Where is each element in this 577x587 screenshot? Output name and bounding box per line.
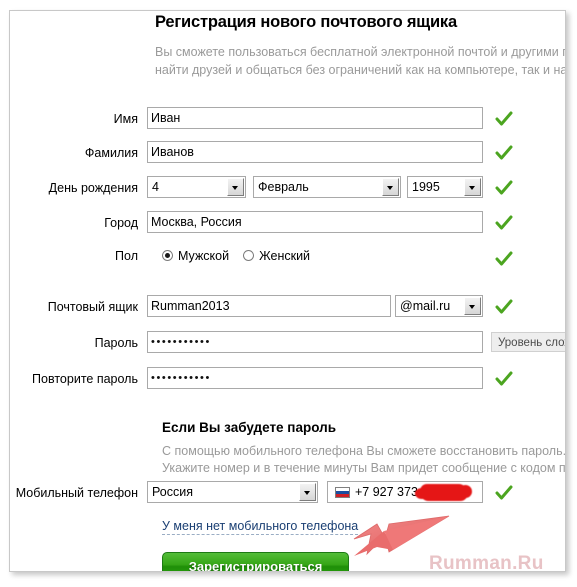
check-icon (495, 179, 513, 197)
mailbox-domain-select[interactable]: @mail.ru (395, 295, 483, 317)
birth-day-value: 4 (152, 180, 159, 194)
page-title: Регистрация нового почтового ящика (155, 13, 457, 31)
row-birthday: День рождения 4 Февраль 1995 (10, 176, 565, 200)
page-subtitle: Вы сможете пользоваться бесплатной элект… (155, 43, 566, 79)
birth-day-select[interactable]: 4 (147, 176, 246, 198)
no-mobile-phone-link[interactable]: У меня нет мобильного телефона (162, 519, 359, 535)
password-repeat-label: Повторите пароль (32, 372, 138, 386)
birthday-label: День рождения (48, 181, 138, 195)
mailbox-domain-value: @mail.ru (400, 299, 451, 313)
password-strength-tooltip: Уровень сложн (491, 332, 565, 352)
birth-month-value: Февраль (258, 180, 309, 194)
page-subtitle-line-1: Вы сможете пользоваться бесплатной элект… (155, 45, 566, 59)
screenshot-root: Регистрация нового почтового ящика Вы см… (0, 0, 577, 587)
gender-female-label[interactable]: Женский (259, 249, 310, 263)
check-icon (495, 484, 513, 502)
registration-panel: Регистрация нового почтового ящика Вы см… (9, 10, 566, 572)
chevron-down-icon[interactable] (227, 178, 244, 196)
mobile-phone-label: Мобильный телефон (15, 486, 138, 500)
forgot-password-line-1: С помощью мобильного телефона Вы сможете… (162, 444, 566, 458)
phone-country-select[interactable]: Россия (147, 481, 318, 503)
gender-radio-group: Мужской Женский (162, 244, 324, 268)
chevron-down-icon[interactable] (464, 297, 481, 315)
birth-year-select[interactable]: 1995 (407, 176, 483, 198)
check-icon (495, 144, 513, 162)
row-password-repeat: Повторите пароль (10, 367, 565, 391)
password-repeat-input[interactable] (147, 367, 483, 389)
mailbox-input[interactable] (147, 295, 391, 317)
first-name-input[interactable] (147, 107, 483, 129)
password-label: Пароль (94, 336, 138, 350)
gender-female-radio[interactable] (243, 250, 255, 261)
gender-male-label[interactable]: Мужской (178, 249, 229, 263)
gender-male-radio[interactable] (162, 250, 173, 261)
row-gender: Пол Мужской Женский (10, 244, 565, 268)
russia-flag-icon (335, 487, 350, 498)
phone-number-value: +7 927 373- (355, 485, 423, 499)
city-input[interactable] (147, 211, 483, 233)
row-city: Город (10, 211, 565, 235)
row-password: Пароль (10, 331, 565, 355)
forgot-password-title: Если Вы забудете пароль (162, 420, 337, 435)
redaction-mark (415, 484, 472, 501)
chevron-down-icon[interactable] (299, 483, 316, 501)
first-name-label: Имя (113, 112, 138, 126)
watermark: Rumman.Ru (429, 553, 544, 572)
phone-number-input[interactable]: +7 927 373- (327, 481, 483, 503)
city-label: Город (104, 216, 138, 230)
check-icon (495, 110, 513, 128)
forgot-password-line-2: Укажите номер и в течение минуты Вам при… (162, 461, 566, 475)
mailbox-label: Почтовый ящик (47, 300, 138, 314)
check-icon (495, 298, 513, 316)
last-name-label: Фамилия (84, 146, 138, 160)
password-input[interactable] (147, 331, 483, 353)
phone-country-value: Россия (152, 485, 193, 499)
row-mailbox: Почтовый ящик @mail.ru (10, 295, 565, 319)
birth-year-value: 1995 (412, 180, 440, 194)
check-icon (495, 250, 513, 268)
chevron-down-icon[interactable] (382, 178, 399, 196)
row-last-name: Фамилия (10, 141, 565, 165)
chevron-down-icon[interactable] (464, 178, 481, 196)
row-first-name: Имя (10, 107, 565, 131)
register-button[interactable]: Зарегистрироваться (162, 552, 349, 571)
check-icon (495, 370, 513, 388)
check-icon (495, 214, 513, 232)
gender-label: Пол (115, 249, 138, 263)
row-mobile-phone: Мобильный телефон Россия +7 927 373- (10, 481, 565, 505)
birth-month-select[interactable]: Февраль (253, 176, 401, 198)
page-subtitle-line-2: найти друзей и общаться без ограничений … (155, 63, 566, 77)
forgot-password-text: С помощью мобильного телефона Вы сможете… (162, 443, 566, 477)
last-name-input[interactable] (147, 141, 483, 163)
